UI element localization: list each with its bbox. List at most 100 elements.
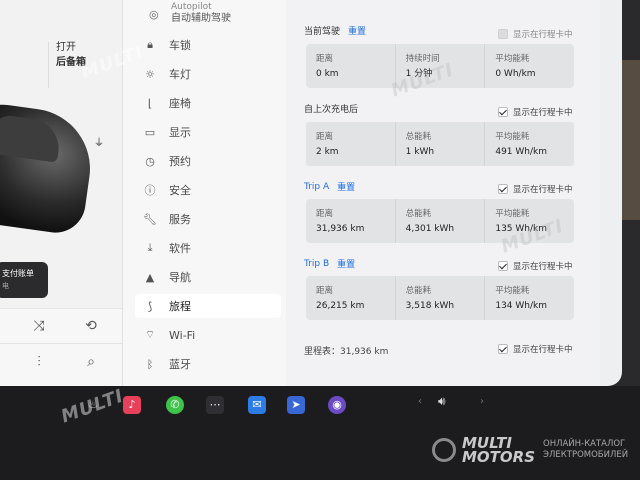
- checkbox-unchecked[interactable]: [498, 29, 508, 39]
- show-in-card-toggle[interactable]: 显示在行程卡中: [498, 343, 573, 355]
- trip-stat: 平均能耗 134 Wh/km: [485, 276, 574, 320]
- sidebar-item-display[interactable]: ▭ 显示: [141, 120, 281, 144]
- shuffle-icon[interactable]: ⤨: [30, 317, 48, 335]
- show-in-card-toggle[interactable]: 显示在行程卡中: [498, 183, 573, 195]
- sidebar-item-label: 软件: [169, 242, 191, 255]
- repeat-icon[interactable]: ⟲: [82, 317, 100, 335]
- section-trip-b: Trip B 重置: [304, 257, 355, 271]
- stat-value: 0 Wh/km: [495, 69, 536, 79]
- trunk-open-label: 打开: [56, 42, 76, 53]
- trip-card: 距离 26,215 km 总能耗 3,518 kWh 平均能耗 134 Wh/k…: [306, 276, 574, 320]
- wrench-icon: 🔧︎: [143, 212, 157, 226]
- stat-label: 距离: [316, 209, 334, 219]
- wifi-icon: ⌔: [144, 328, 156, 341]
- bluetooth-icon: ᛒ: [146, 357, 154, 371]
- sidebar-item-safety[interactable]: ⓘ 安全: [141, 178, 281, 202]
- media-controls: ⤨ ⟲ ⫶ ⌕: [0, 308, 122, 386]
- sidebar-item-autopilot[interactable]: Autopilot 自动辅助驾驶: [171, 2, 231, 24]
- stat-value: 26,215 km: [316, 301, 365, 311]
- camera-icon[interactable]: ◉: [328, 396, 346, 414]
- trip-stat: 平均能耗 0 Wh/km: [485, 44, 574, 88]
- sidebar-item-lights[interactable]: ☼ 车灯: [141, 62, 281, 86]
- trip-stat: 平均能耗 491 Wh/km: [485, 122, 574, 166]
- display-icon: ▭: [144, 125, 156, 139]
- sidebar-item-bluetooth[interactable]: ᛒ 蓝牙: [141, 352, 281, 376]
- checkbox-checked[interactable]: [498, 344, 508, 354]
- sidebar-item-label: 旅程: [169, 300, 191, 313]
- section-trip-a: Trip A 重置: [304, 180, 355, 194]
- reset-button[interactable]: 重置: [337, 180, 355, 193]
- chevron-left-icon[interactable]: ‹: [418, 396, 422, 407]
- sidebar-item-trips[interactable]: ⟆ 旅程: [135, 294, 281, 318]
- trunk-pointer-line: [48, 42, 49, 88]
- show-in-card-label: 显示在行程卡中: [513, 345, 573, 355]
- stat-value: 3,518 kWh: [405, 301, 455, 311]
- steering-wheel-icon: ◎: [149, 8, 159, 21]
- info-icon: ⓘ: [144, 184, 156, 197]
- show-in-card-label: 显示在行程卡中: [513, 262, 573, 272]
- light-icon: ☼: [145, 67, 155, 81]
- trip-stat: 距离 0 km: [306, 44, 396, 88]
- checkbox-checked[interactable]: [498, 107, 508, 117]
- brand-tagline-2: ЭЛЕКТРОМОБИЛЕЙ: [543, 450, 629, 460]
- sidebar-item-seats[interactable]: ⌊ 座椅: [141, 91, 281, 115]
- show-in-card-toggle[interactable]: 显示在行程卡中: [498, 260, 573, 272]
- stat-label: 平均能耗: [495, 209, 530, 219]
- sidebar-item-label: 服务: [169, 213, 191, 226]
- checkbox-checked[interactable]: [498, 184, 508, 194]
- stat-value: 134 Wh/km: [495, 301, 547, 311]
- show-in-card-toggle[interactable]: 显示在行程卡中: [498, 106, 573, 118]
- stat-value: 0 km: [316, 69, 339, 79]
- phone-icon[interactable]: ✆: [166, 396, 184, 414]
- show-in-card-toggle[interactable]: 显示在行程卡中: [498, 28, 573, 40]
- section-title: 自上次充电后: [304, 105, 359, 115]
- autopilot-en-label: Autopilot: [171, 2, 212, 12]
- stat-label: 距离: [316, 132, 334, 142]
- more-icon[interactable]: ⋯: [206, 396, 224, 414]
- sidebar-item-wifi[interactable]: ⌔ Wi-Fi: [141, 323, 281, 347]
- charge-port-icon[interactable]: ⏚: [94, 134, 106, 149]
- stat-label: 距离: [316, 286, 334, 296]
- trips-panel: 当前驾驶 重置 显示在行程卡中 距离 0 km 持续时间 1 分钟 平均能耗 0…: [286, 0, 600, 386]
- search-icon[interactable]: ⌕: [82, 353, 100, 371]
- trip-stat: 距离 26,215 km: [306, 276, 396, 320]
- stat-label: 总能耗: [405, 286, 432, 296]
- stat-label: 距离: [316, 54, 334, 64]
- show-in-card-label: 显示在行程卡中: [513, 185, 573, 195]
- seat-icon: ⌊: [147, 96, 153, 110]
- sidebar-item-label: 车锁: [169, 39, 191, 52]
- download-icon: ⤓: [147, 241, 153, 254]
- stat-label: 平均能耗: [495, 286, 530, 296]
- sidebar-item-navigation[interactable]: ▲ 导航: [141, 265, 281, 289]
- section-since-last-charge: 自上次充电后: [304, 102, 358, 115]
- trip-card: 距离 2 km 总能耗 1 kWh 平均能耗 491 Wh/km: [306, 122, 574, 166]
- sidebar-item-service[interactable]: 🔧︎ 服务: [141, 207, 281, 231]
- volume-icon[interactable]: 🔊︎: [438, 394, 446, 409]
- trip-stat: 总能耗 1 kWh: [396, 122, 486, 166]
- brand-tagline-1: ОНЛАЙН-КАТАЛОГ: [543, 439, 626, 449]
- stat-value: 4,301 kWh: [405, 224, 455, 234]
- sidebar-item-software[interactable]: ⤓ 软件: [141, 236, 281, 260]
- pay-bill-card[interactable]: 支付账单 电: [0, 262, 48, 298]
- messages-icon[interactable]: ✉: [248, 396, 266, 414]
- sidebar-item-label: 车灯: [169, 68, 191, 81]
- trip-stat: 距离 2 km: [306, 122, 396, 166]
- sidebar-item-label: 座椅: [169, 97, 191, 110]
- brand-name-2: MOTORS: [462, 448, 536, 466]
- stat-label: 总能耗: [405, 209, 432, 219]
- brand-logo: [432, 438, 456, 462]
- trip-icon: ⟆: [147, 299, 153, 313]
- reset-button[interactable]: 重置: [337, 257, 355, 270]
- sidebar-item-schedule[interactable]: ◷ 预约: [141, 149, 281, 173]
- chevron-right-icon[interactable]: ›: [480, 396, 484, 407]
- checkbox-checked[interactable]: [498, 261, 508, 271]
- equalizer-icon[interactable]: ⫶: [30, 353, 48, 371]
- sidebar-item-label: 安全: [169, 184, 191, 197]
- nav-app-icon[interactable]: ➤: [287, 396, 305, 414]
- stat-label: 平均能耗: [495, 54, 530, 64]
- autopilot-zh-label: 自动辅助驾驶: [171, 13, 231, 24]
- reset-button[interactable]: 重置: [348, 24, 366, 37]
- navigation-icon: ▲: [145, 270, 155, 284]
- stat-label: 总能耗: [405, 132, 432, 142]
- sidebar-item-locks[interactable]: 🔒︎ 车锁: [141, 33, 281, 57]
